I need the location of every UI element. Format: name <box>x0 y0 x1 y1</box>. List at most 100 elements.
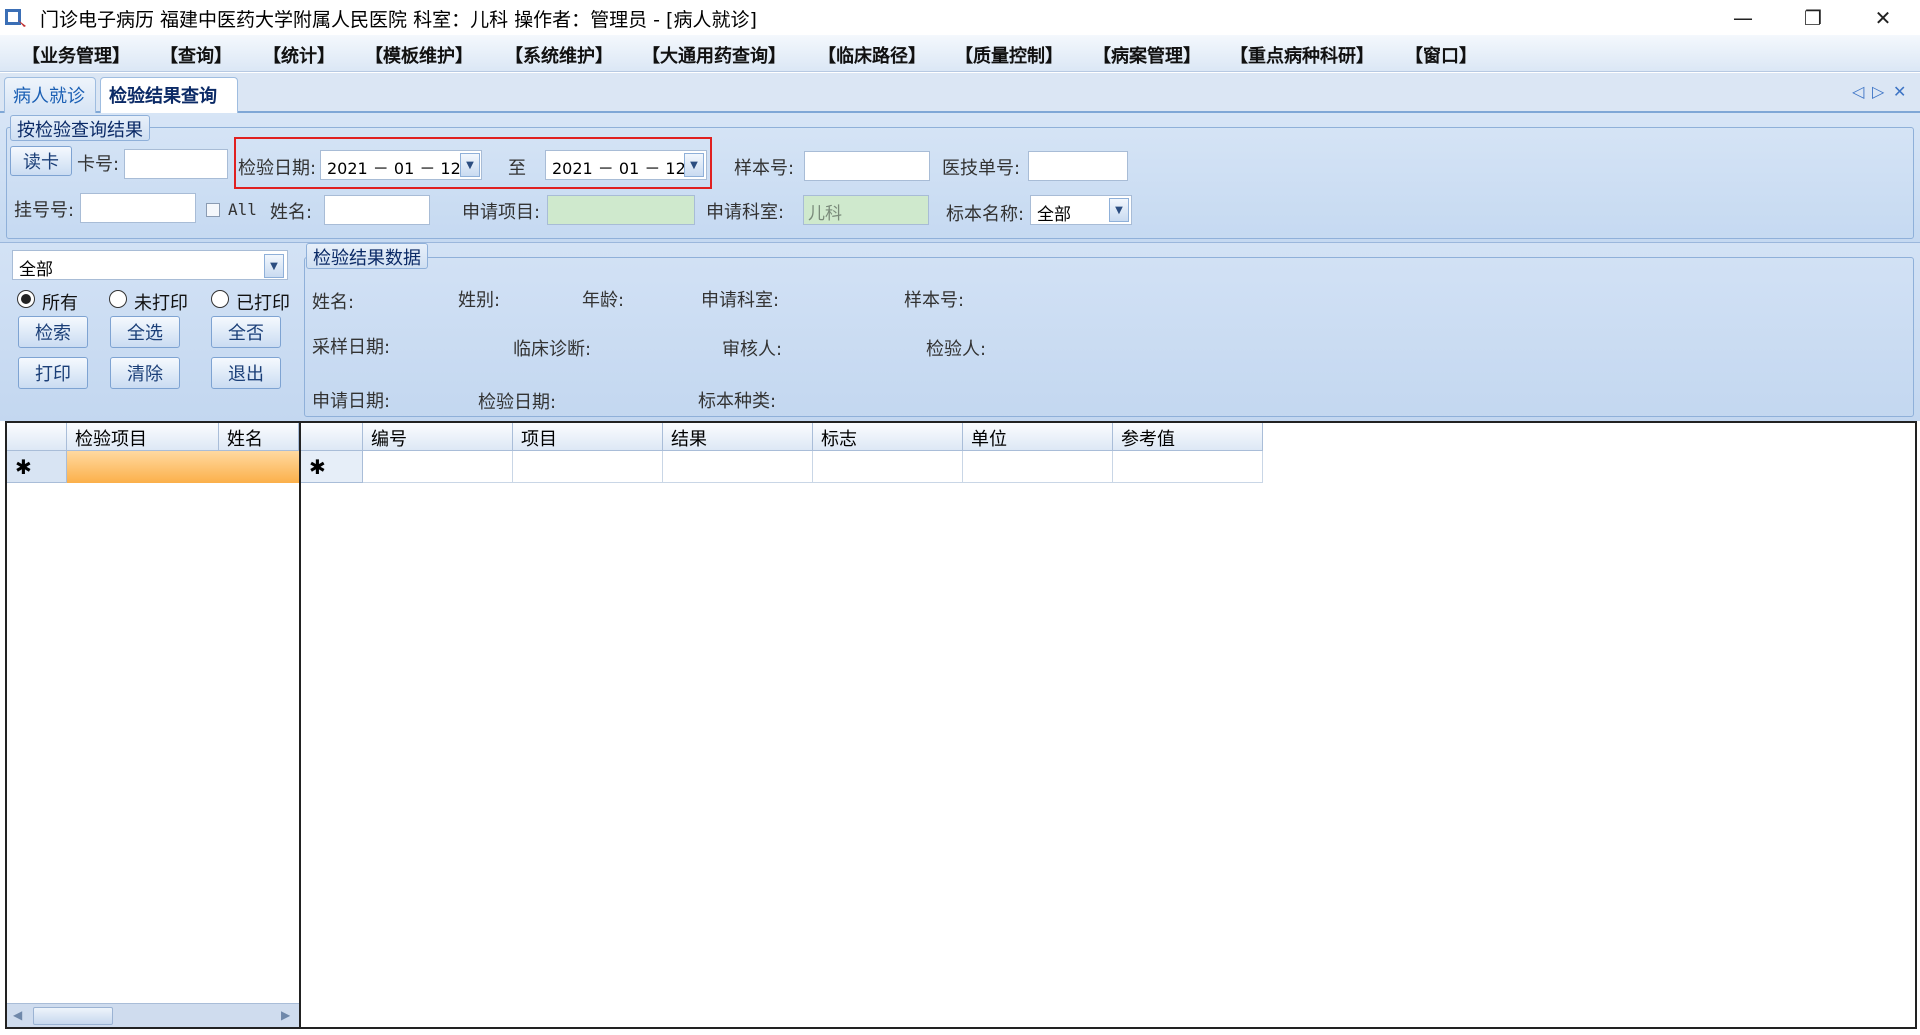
date-from-picker[interactable]: 2021 － 01 － 12 <box>320 150 482 180</box>
date-to-dropdown-icon[interactable]: ▼ <box>684 153 704 177</box>
window-title: 门诊电子病历 福建中医药大学附属人民医院 科室：儿科 操作者：管理员 - [病人… <box>40 9 757 31</box>
date-from-dropdown-icon[interactable]: ▼ <box>460 153 480 177</box>
tech-no-label: 医技单号: <box>942 158 1021 179</box>
name-label: 姓名: <box>270 202 313 223</box>
card-no-input[interactable] <box>124 149 228 179</box>
info-sample-no-label: 样本号: <box>904 290 965 311</box>
clear-button[interactable]: 清除 <box>110 357 180 389</box>
info-age-label: 年龄: <box>582 290 625 311</box>
apply-dept-input[interactable]: 儿科 <box>803 195 929 225</box>
result-new-row-cell[interactable] <box>663 451 813 483</box>
restore-button[interactable]: ❐ <box>1782 0 1844 35</box>
info-tester-label: 检验人: <box>926 339 987 360</box>
specimen-value: 全部 <box>1037 205 1071 225</box>
tab-patient-visit[interactable]: 病人就诊 <box>4 77 96 113</box>
result-col-item[interactable]: 项目 <box>513 423 663 451</box>
result-new-row-cell[interactable] <box>363 451 513 483</box>
radio-unprinted-label: 未打印 <box>134 293 188 314</box>
menu-quality[interactable]: 【质量控制】 <box>955 42 1063 68</box>
menu-bar: 【业务管理】 【查询】 【统计】 【模板维护】 【系统维护】 【大通用药查询】 … <box>0 35 1920 72</box>
menu-window[interactable]: 【窗口】 <box>1405 42 1477 68</box>
filter-combo[interactable]: 全部 <box>12 250 288 280</box>
sample-no-label: 样本号: <box>734 158 795 179</box>
tab-scroll-right-icon[interactable]: ▷ <box>1872 82 1884 101</box>
result-col-flag[interactable]: 标志 <box>813 423 963 451</box>
apply-item-label: 申请项目: <box>462 202 541 223</box>
search-group-title: 按检验查询结果 <box>10 115 150 141</box>
date-to-value: 2021 － 01 － 12 <box>552 159 686 178</box>
result-new-row-cell[interactable] <box>1113 451 1263 483</box>
info-diagnosis-label: 临床诊断: <box>513 339 592 360</box>
read-card-button[interactable]: 读卡 <box>10 146 72 176</box>
info-sex-label: 姓别: <box>458 290 501 311</box>
scroll-thumb[interactable] <box>33 1007 113 1025</box>
left-grid-new-row-marker: ✱ <box>7 451 67 483</box>
filter-value: 全部 <box>19 260 53 280</box>
close-button[interactable]: ✕ <box>1852 0 1914 35</box>
print-button[interactable]: 打印 <box>18 357 88 389</box>
info-test-date-label: 检验日期: <box>478 392 557 413</box>
result-col-unit[interactable]: 单位 <box>963 423 1113 451</box>
result-col-result[interactable]: 结果 <box>663 423 813 451</box>
radio-unprinted[interactable] <box>109 290 127 308</box>
info-apply-date-label: 申请日期: <box>312 391 391 412</box>
app-icon <box>5 9 26 27</box>
left-item-grid: 检验项目 姓名 ✱ ◀ ▶ <box>5 421 301 1029</box>
radio-printed[interactable] <box>211 290 229 308</box>
result-new-row-cell[interactable] <box>513 451 663 483</box>
apply-item-input[interactable] <box>547 195 695 225</box>
scroll-right-icon[interactable]: ▶ <box>281 1008 290 1022</box>
select-none-button[interactable]: 全否 <box>211 316 281 348</box>
filter-dropdown-icon[interactable]: ▼ <box>264 254 284 278</box>
tab-strip: 病人就诊 检验结果查询 <box>0 73 1920 113</box>
info-specimen-type-label: 标本种类: <box>698 391 777 412</box>
all-label: All <box>228 200 257 219</box>
tab-lab-results[interactable]: 检验结果查询 <box>100 77 238 113</box>
tab-close-icon[interactable]: ✕ <box>1893 82 1906 101</box>
tab-scroll-left-icon[interactable]: ◁ <box>1852 82 1864 101</box>
to-label: 至 <box>508 158 526 179</box>
tech-no-input[interactable] <box>1028 151 1128 181</box>
card-no-label: 卡号: <box>77 154 120 175</box>
reg-no-input[interactable] <box>80 193 196 223</box>
menu-query[interactable]: 【查询】 <box>160 42 232 68</box>
all-checkbox[interactable] <box>206 203 220 217</box>
left-grid-hscrollbar[interactable]: ◀ ▶ <box>7 1003 299 1027</box>
info-reviewer-label: 审核人: <box>722 339 783 360</box>
menu-research[interactable]: 【重点病种科研】 <box>1230 42 1374 68</box>
date-to-picker[interactable]: 2021 － 01 － 12 <box>545 150 707 180</box>
result-new-row-cell[interactable] <box>813 451 963 483</box>
apply-dept-label: 申请科室: <box>706 202 785 223</box>
result-grid-corner <box>301 423 363 451</box>
minimize-button[interactable]: — <box>1712 0 1774 35</box>
exit-button[interactable]: 退出 <box>211 357 281 389</box>
select-all-button[interactable]: 全选 <box>110 316 180 348</box>
result-grid-new-row-marker: ✱ <box>301 451 363 483</box>
specimen-dropdown-icon[interactable]: ▼ <box>1109 198 1129 222</box>
scroll-left-icon[interactable]: ◀ <box>13 1008 22 1022</box>
search-button[interactable]: 检索 <box>18 316 88 348</box>
info-name-label: 姓名: <box>312 292 355 313</box>
result-info-title: 检验结果数据 <box>306 243 428 269</box>
name-input[interactable] <box>324 195 430 225</box>
reg-no-label: 挂号号: <box>14 200 75 221</box>
menu-drug-query[interactable]: 【大通用药查询】 <box>642 42 786 68</box>
left-grid-col-name[interactable]: 姓名 <box>219 423 299 451</box>
menu-clinical-path[interactable]: 【临床路径】 <box>818 42 926 68</box>
sample-no-input[interactable] <box>804 151 930 181</box>
left-control-panel: 全部 ▼ 所有 未打印 已打印 检索 全选 全否 打印 清除 退出 <box>0 243 300 421</box>
left-grid-col-item[interactable]: 检验项目 <box>67 423 219 451</box>
menu-template[interactable]: 【模板维护】 <box>365 42 473 68</box>
menu-records[interactable]: 【病案管理】 <box>1093 42 1201 68</box>
radio-printed-label: 已打印 <box>236 293 290 314</box>
menu-system[interactable]: 【系统维护】 <box>505 42 613 68</box>
result-col-reference[interactable]: 参考值 <box>1113 423 1263 451</box>
left-grid-new-row[interactable] <box>67 451 299 483</box>
test-date-label: 检验日期: <box>238 158 317 179</box>
search-area: 按检验查询结果 读卡 卡号: 检验日期: 2021 － 01 － 12 ▼ 至 … <box>0 113 1920 243</box>
menu-business[interactable]: 【业务管理】 <box>22 42 130 68</box>
result-col-no[interactable]: 编号 <box>363 423 513 451</box>
menu-statistics[interactable]: 【统计】 <box>263 42 335 68</box>
radio-all[interactable] <box>17 290 35 308</box>
result-new-row-cell[interactable] <box>963 451 1113 483</box>
